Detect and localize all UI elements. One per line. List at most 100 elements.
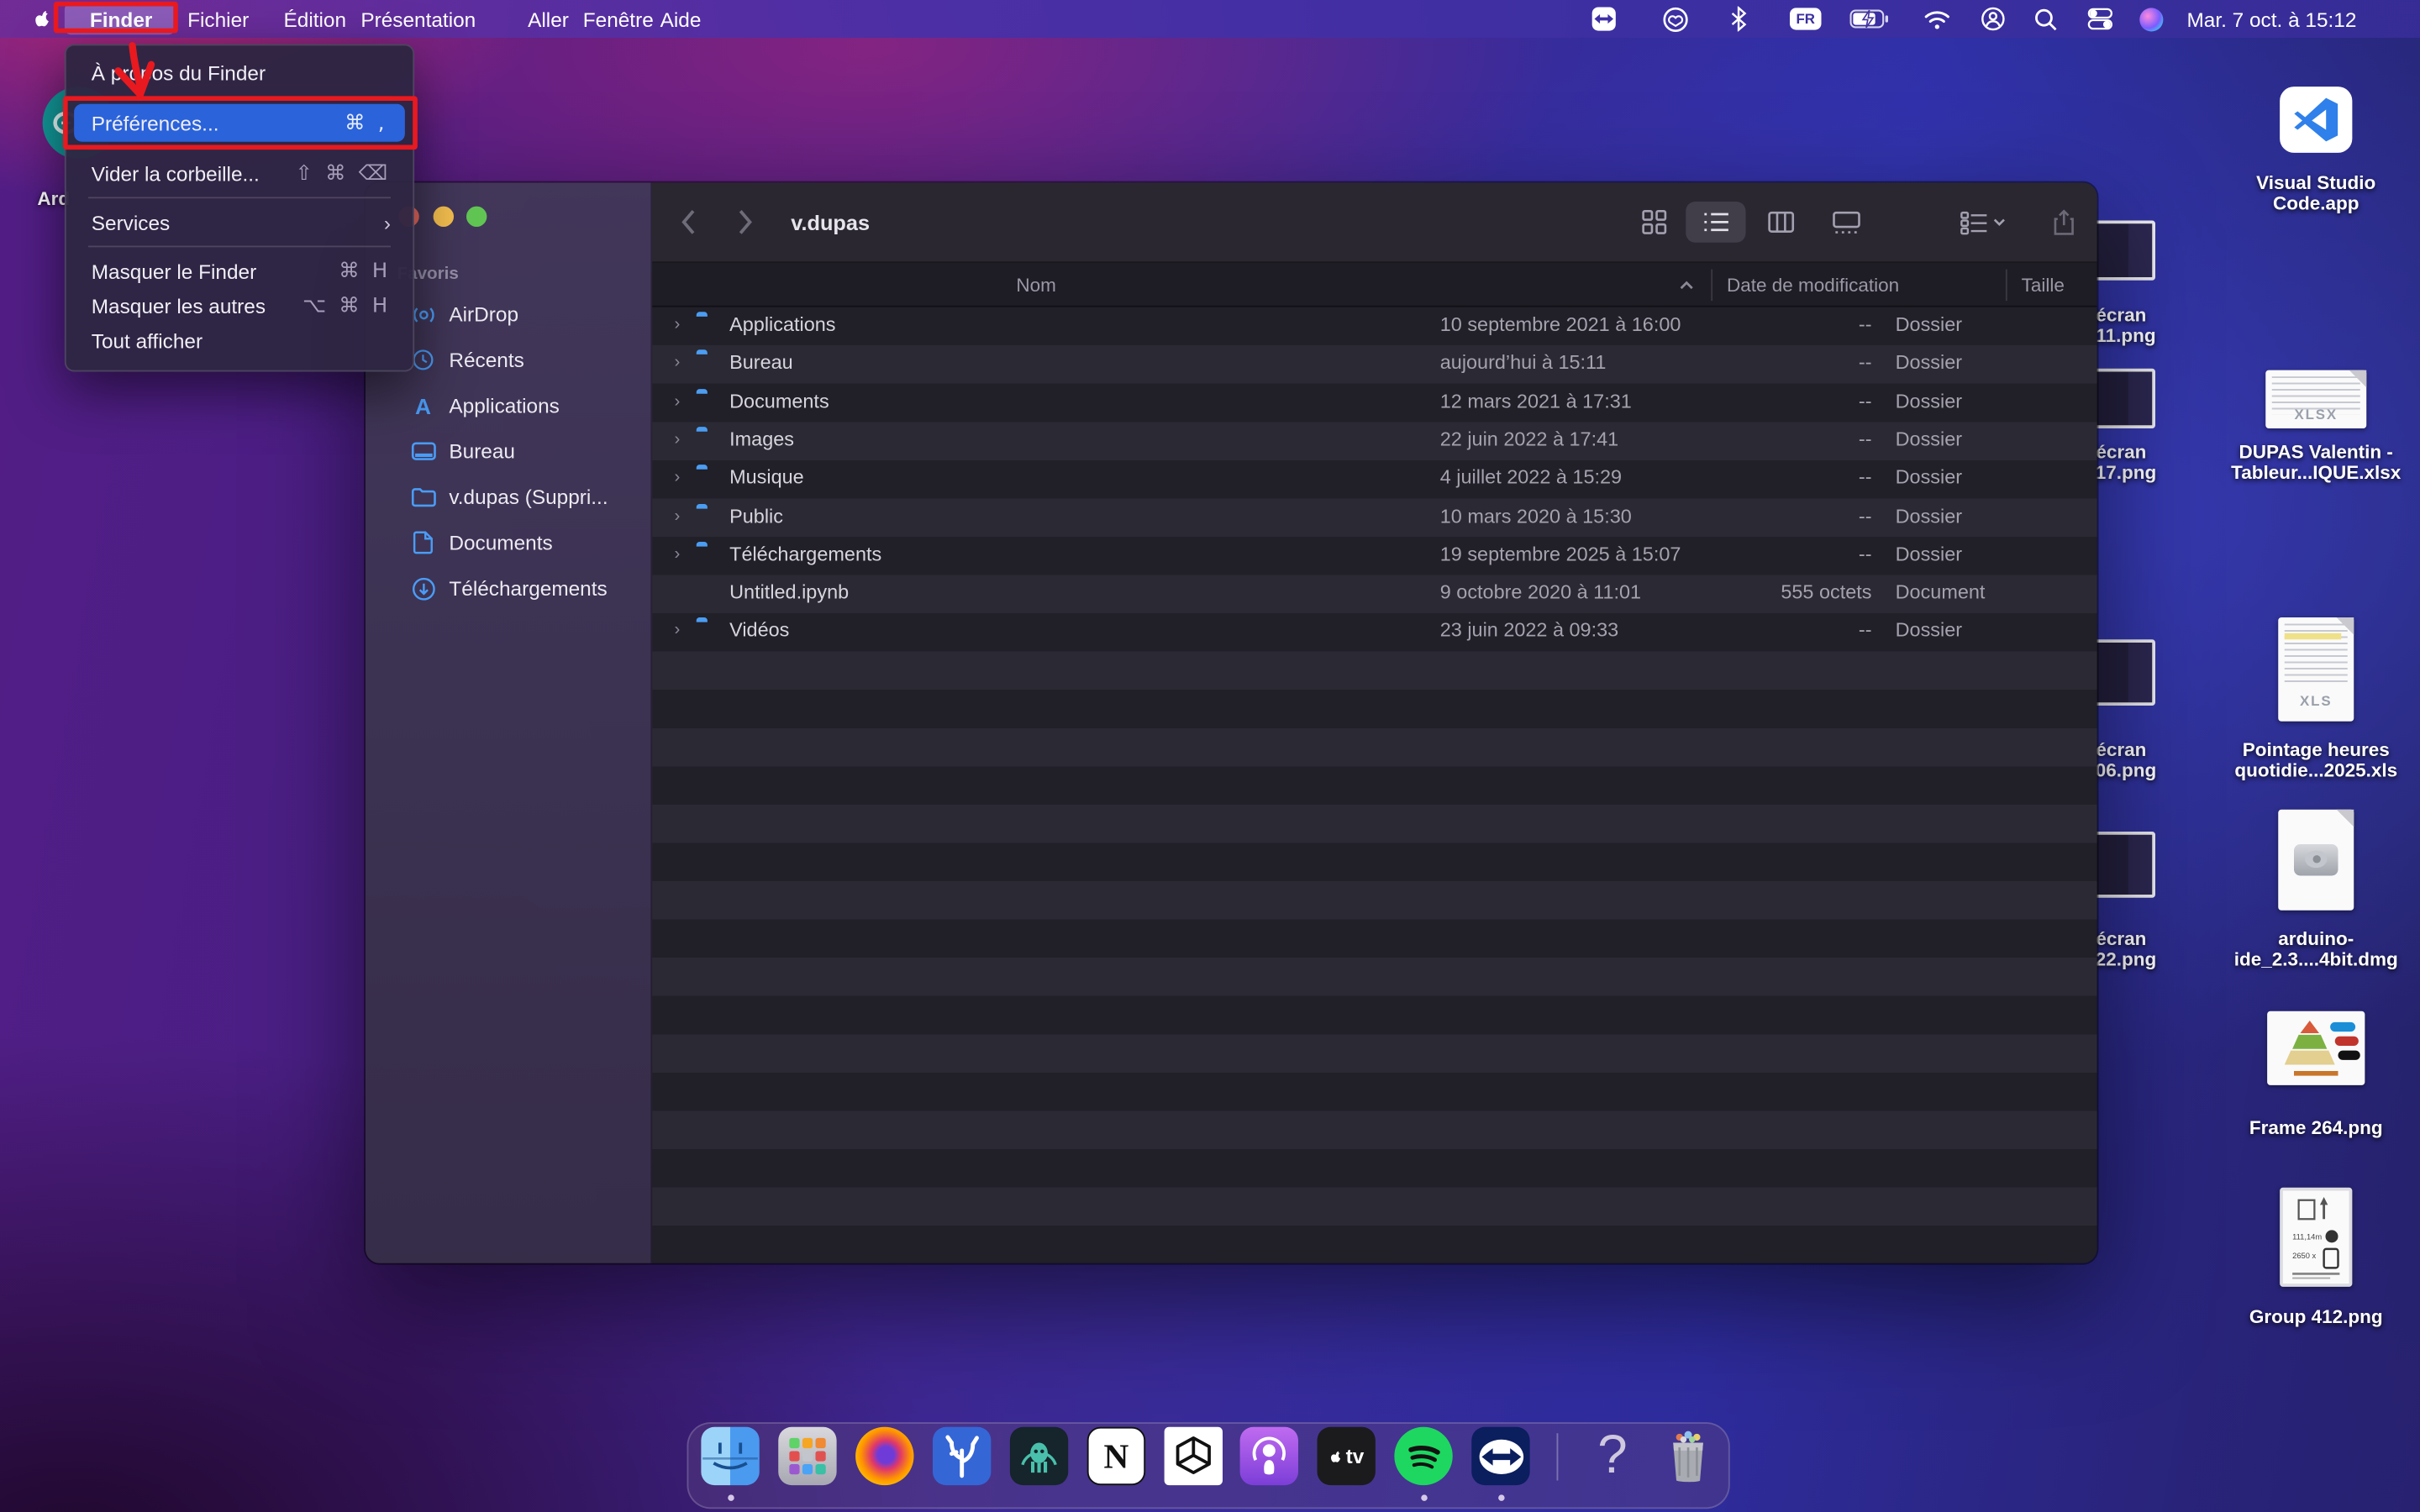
column-header-taille[interactable]: Taille [2022, 263, 2065, 307]
desktop-label-vscode[interactable]: Visual Studio Code.app [2213, 173, 2418, 213]
group412-image-icon[interactable]: 111,14m 2650 x [2280, 1188, 2352, 1287]
dock-help-icon[interactable]: ? [1583, 1427, 1641, 1485]
file-row-musique[interactable]: › Musique 4 juillet 2022 à 15:29 -- Doss… [652, 460, 2096, 499]
dock-apple-tv-icon[interactable]: tv [1318, 1427, 1376, 1485]
menu-item-hide-finder[interactable]: Masquer le Finder ⌘ H [66, 254, 413, 288]
chevron-down-icon [1992, 218, 2005, 227]
apple-logo-icon [1328, 1446, 1344, 1466]
desktop-label-frame264[interactable]: Frame 264.png [2213, 1118, 2418, 1137]
sidebar-item-vdupas-folder[interactable]: v.dupas (Suppri... [366, 474, 650, 519]
teamviewer-status-icon[interactable] [1590, 7, 1618, 32]
disclosure-chevron-icon[interactable]: › [675, 430, 681, 449]
menu-item-show-all[interactable]: Tout afficher [66, 323, 413, 357]
column-header-date[interactable]: Date de modification [1727, 263, 1899, 307]
forward-button[interactable] [738, 202, 754, 243]
input-source-fr-icon[interactable]: FR [1788, 7, 1823, 32]
bluetooth-icon[interactable] [1727, 7, 1749, 32]
finder-window: Favoris AirDrop Récents A Applications [366, 183, 2097, 1263]
file-row-videos[interactable]: › Vidéos 23 juin 2022 à 09:33 -- Dossier [652, 613, 2096, 652]
dock-unity-icon[interactable] [1165, 1427, 1223, 1485]
disclosure-chevron-icon[interactable]: › [675, 354, 681, 373]
dock-trash-icon[interactable] [1659, 1427, 1717, 1485]
folder-icon [410, 484, 437, 511]
menubar-item-edition[interactable]: Édition [284, 0, 347, 38]
xlsx-badge: XLSX [2265, 407, 2366, 423]
zoom-button[interactable] [466, 207, 487, 227]
list-header: Nom Date de modification Taille Type [652, 263, 2096, 307]
xls-file-icon[interactable]: XLS [2278, 617, 2354, 722]
frame264-image-icon[interactable] [2267, 1011, 2365, 1085]
svg-text:111,14m: 111,14m [2292, 1233, 2322, 1242]
user-account-icon[interactable] [1979, 7, 2007, 32]
file-row-documents[interactable]: › Documents 12 mars 2021 à 17:31 -- Doss… [652, 384, 2096, 423]
disclosure-chevron-icon[interactable]: › [675, 544, 681, 564]
annotation-arrow [110, 41, 164, 104]
xls-badge: XLS [2278, 693, 2354, 709]
dock-notion-icon[interactable]: N [1087, 1427, 1145, 1485]
dock-finder-icon[interactable] [701, 1427, 759, 1485]
desktop-label-xls[interactable]: Pointage heures quotidie...2025.xls [2213, 740, 2418, 780]
dock-teamviewer-icon[interactable] [1471, 1427, 1529, 1485]
apple-menu[interactable] [32, 0, 54, 38]
gallery-view-button[interactable] [1829, 202, 1864, 243]
dmg-file-icon[interactable] [2278, 810, 2354, 911]
disclosure-chevron-icon[interactable]: › [675, 391, 681, 411]
group-by-button[interactable] [1957, 202, 2007, 243]
window-title: v.dupas [791, 183, 870, 264]
file-row-images[interactable]: › Images 22 juin 2022 à 17:41 -- Dossier [652, 422, 2096, 460]
sort-chevron-up-icon[interactable] [1680, 263, 1694, 307]
annotation-box-preferences [63, 96, 418, 150]
apple-logo-icon [32, 7, 54, 32]
xlsx-file-icon[interactable]: XLSX [2265, 370, 2366, 428]
battery-charging-icon[interactable] [1848, 7, 1889, 32]
file-row-public[interactable]: › Public 10 mars 2020 à 15:30 -- Dossier [652, 498, 2096, 537]
column-view-button[interactable] [1763, 202, 1797, 243]
column-header-nom[interactable]: Nom [1016, 263, 1056, 307]
sidebar-item-applications[interactable]: A Applications [366, 383, 650, 428]
menubar-item-presentation[interactable]: Présentation [360, 0, 476, 38]
menubar-clock[interactable]: Mar. 7 oct. à 15:12 [2187, 0, 2357, 38]
back-button[interactable] [681, 202, 697, 243]
menubar-item-aide[interactable]: Aide [660, 0, 702, 38]
menu-item-hide-others[interactable]: Masquer les autres ⌥ ⌘ H [66, 288, 413, 323]
sidebar-item-telechargements[interactable]: Téléchargements [366, 565, 650, 611]
control-center-icon[interactable] [2086, 7, 2115, 32]
download-icon [410, 575, 437, 601]
menubar-item-fenetre[interactable]: Fenêtre [583, 0, 654, 38]
dock-podcasts-icon[interactable] [1240, 1427, 1298, 1485]
file-row-untitled-ipynb[interactable]: Untitled.ipynb 9 octobre 2020 à 11:01 55… [652, 575, 2096, 614]
menu-separator [88, 197, 391, 198]
icon-view-button[interactable] [1637, 202, 1671, 243]
disclosure-chevron-icon[interactable]: › [675, 507, 681, 526]
desktop-label-xlsx[interactable]: DUPAS Valentin - Tableur...IQUE.xlsx [2213, 443, 2418, 482]
adobe-creative-cloud-icon[interactable] [1660, 7, 1689, 32]
spotlight-icon[interactable] [2033, 7, 2060, 32]
file-row-applications[interactable]: › Applications 10 septembre 2021 à 16:00… [652, 307, 2096, 346]
wifi-icon[interactable] [1923, 7, 1951, 32]
file-row-bureau[interactable]: › Bureau aujourd’hui à 15:11 -- Dossier [652, 345, 2096, 384]
disclosure-chevron-icon[interactable]: › [675, 468, 681, 487]
dock-coral-app-icon[interactable] [933, 1427, 991, 1485]
menu-item-services[interactable]: Services › [66, 205, 413, 239]
dock-gitkraken-icon[interactable] [1010, 1427, 1068, 1485]
dock-launchpad-icon[interactable] [778, 1427, 836, 1485]
dock-spotify-icon[interactable] [1394, 1427, 1452, 1485]
dock-firefox-icon[interactable] [855, 1427, 913, 1485]
desktop-label-group412[interactable]: Group 412.png [2213, 1307, 2418, 1326]
list-view-button[interactable] [1686, 202, 1745, 243]
menubar-item-fichier[interactable]: Fichier [187, 0, 249, 38]
vscode-app-icon[interactable] [2280, 87, 2352, 153]
sidebar-item-bureau[interactable]: Bureau [366, 428, 650, 474]
disclosure-chevron-icon[interactable]: › [675, 621, 681, 640]
disclosure-chevron-icon[interactable]: › [675, 315, 681, 334]
desktop-label-dmg[interactable]: arduino- ide_2.3....4bit.dmg [2213, 929, 2418, 969]
sidebar-item-documents[interactable]: Documents [366, 520, 650, 565]
siri-icon[interactable] [2138, 7, 2165, 32]
menu-item-empty-trash[interactable]: Vider la corbeille... ⇧ ⌘ ⌫ [66, 156, 413, 191]
file-row-telechargements[interactable]: › Téléchargements 19 septembre 2025 à 15… [652, 537, 2096, 575]
menubar-item-aller[interactable]: Aller [528, 0, 569, 38]
share-button[interactable] [2047, 202, 2081, 243]
minimize-button[interactable] [434, 207, 454, 227]
file-list: › Applications 10 septembre 2021 à 16:00… [652, 307, 2096, 1263]
annotation-box-finder [54, 2, 178, 34]
